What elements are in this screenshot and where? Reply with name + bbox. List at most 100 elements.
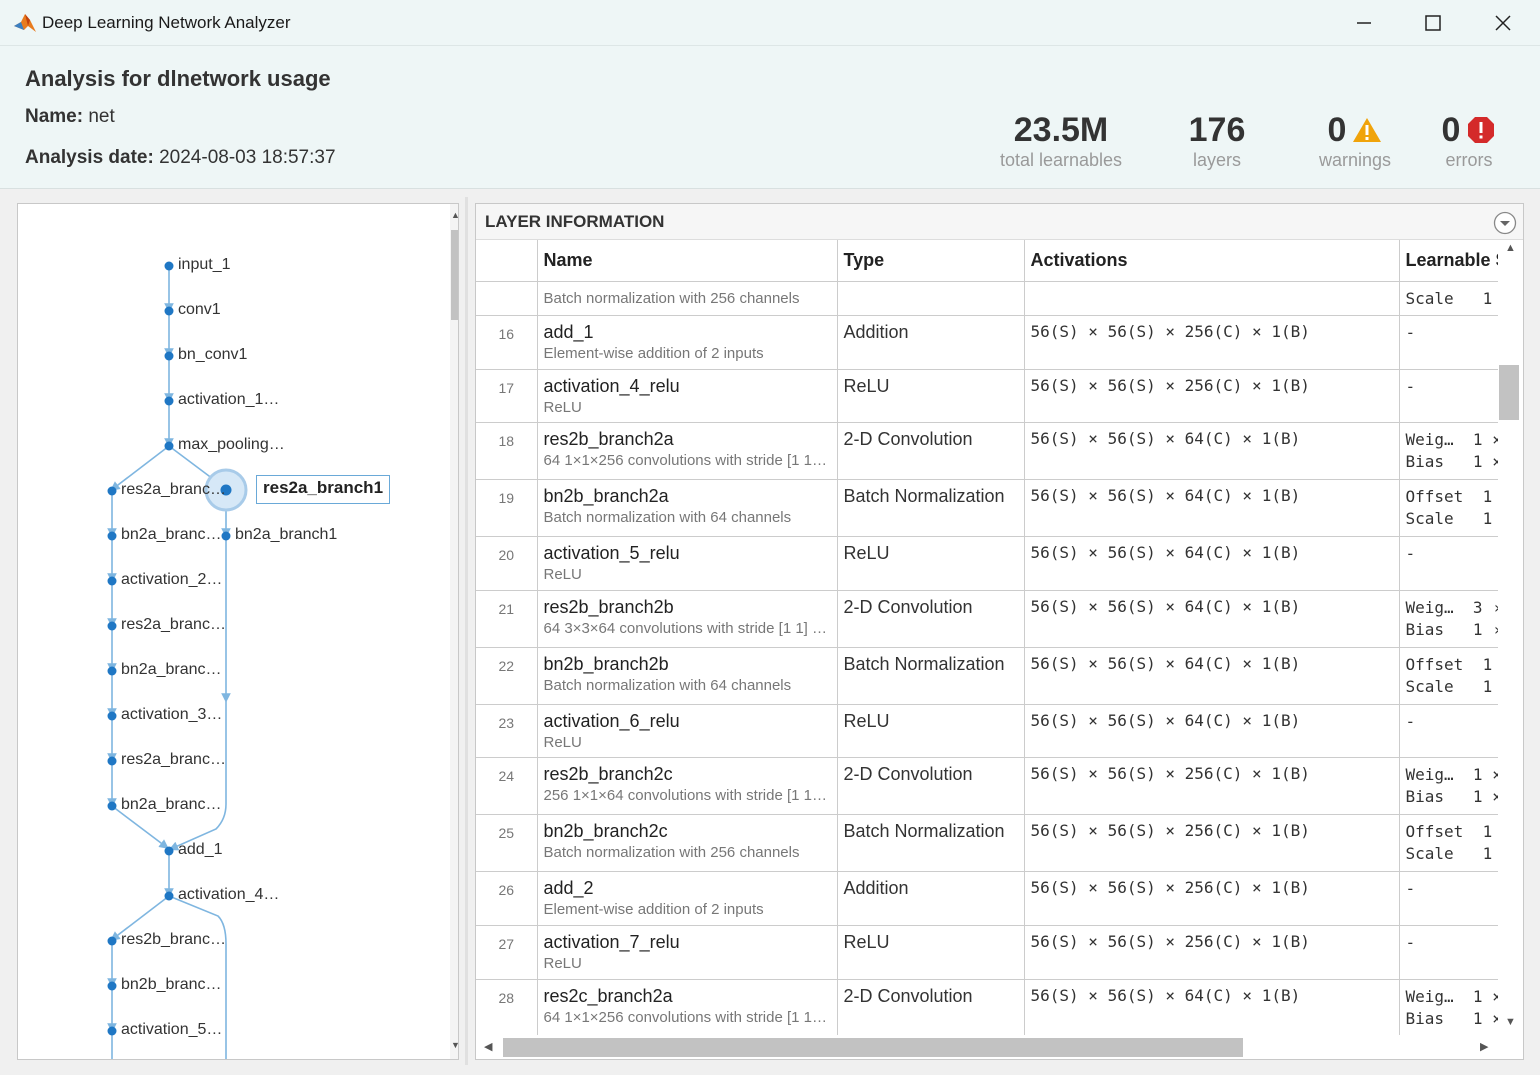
graph-node-add_1[interactable] bbox=[164, 846, 174, 856]
graph-node-activation_2[interactable] bbox=[107, 576, 117, 586]
layer-activations: 56(S) × 56(S) × 256(C) × 1(B) bbox=[1024, 925, 1400, 980]
layer-type: 2-D Convolution bbox=[837, 979, 1025, 1035]
table-row[interactable]: 28 res2c_branch2a 64 1×1×256 convolutions … bbox=[476, 979, 1498, 1035]
column-header-name[interactable]: Name bbox=[537, 240, 838, 282]
network-graph-panel[interactable]: input_1 conv1 bn_conv1 activation_1… max… bbox=[17, 203, 459, 1060]
table-row[interactable]: 26 add_2 Element-wise addition of 2 inputs… bbox=[476, 871, 1498, 926]
graph-node-res2a_branch2a[interactable] bbox=[107, 486, 117, 496]
table-row[interactable]: 24 res2b_branch2c 256 1×1×64 convolutions … bbox=[476, 757, 1498, 815]
graph-node-res2a_branch2b[interactable] bbox=[107, 621, 117, 631]
table-row[interactable]: 20 activation_5_relu ReLU ReLU 56(S) × 56(S)… bbox=[476, 536, 1498, 591]
scroll-left-icon[interactable]: ◀ bbox=[484, 1040, 492, 1053]
graph-node-conv1[interactable] bbox=[164, 306, 174, 316]
layer-activations: 56(S) × 56(S) × 256(C) × 1(B) bbox=[1024, 871, 1400, 926]
graph-node-activation_4[interactable] bbox=[164, 891, 174, 901]
network-graph[interactable] bbox=[18, 204, 450, 1060]
node-label[interactable]: add_1 bbox=[178, 841, 223, 859]
maximize-button[interactable] bbox=[1398, 0, 1468, 46]
node-label[interactable]: bn2a_branc… bbox=[121, 796, 222, 814]
table-row[interactable]: 27 activation_7_relu ReLU ReLU 56(S) × 56(S)… bbox=[476, 925, 1498, 980]
table-hscroll-thumb[interactable] bbox=[503, 1038, 1243, 1057]
scroll-down-icon[interactable]: ▼ bbox=[1505, 1016, 1516, 1028]
window-title: Deep Learning Network Analyzer bbox=[42, 13, 291, 32]
table-row-partial[interactable]: Batch normalization with 256 channels Sc… bbox=[476, 281, 1498, 316]
node-label[interactable]: bn_conv1 bbox=[178, 346, 247, 364]
layer-activations: 56(S) × 56(S) × 64(C) × 1(B) bbox=[1024, 979, 1400, 1035]
column-header-learnables[interactable]: Learnable S bbox=[1399, 240, 1498, 282]
layer-description: Batch normalization with 256 channels bbox=[543, 289, 800, 307]
graph-node-bn2b_branch2a[interactable] bbox=[107, 981, 117, 991]
title-bar: Deep Learning Network Analyzer bbox=[0, 0, 1540, 46]
node-label[interactable]: activation_5… bbox=[121, 1021, 222, 1039]
layer-description: 64 3×3×64 convolutions with stride [1 1]… bbox=[543, 619, 828, 637]
graph-node-max_pooling[interactable] bbox=[164, 441, 174, 451]
table-row[interactable]: 18 res2b_branch2a 64 1×1×256 convolutions … bbox=[476, 422, 1498, 480]
graph-node-bn2a_branch2a[interactable] bbox=[107, 531, 117, 541]
table-row[interactable]: 21 res2b_branch2b 64 3×3×64 convolutions w… bbox=[476, 590, 1498, 648]
node-label[interactable]: res2a_branc… bbox=[121, 481, 226, 499]
matlab-logo-icon bbox=[14, 14, 36, 32]
date-label: Analysis date: bbox=[25, 147, 154, 168]
graph-vertical-scrollbar[interactable]: ▲ ▼ bbox=[450, 204, 458, 1059]
scroll-down-icon[interactable]: ▼ bbox=[451, 1040, 458, 1050]
graph-node-res2a_branch2c[interactable] bbox=[107, 756, 117, 766]
minimize-button[interactable] bbox=[1329, 0, 1399, 46]
layer-table-viewport[interactable]: Name Type Activations Learnable S Batch … bbox=[476, 240, 1498, 1035]
table-scroll-thumb[interactable] bbox=[1499, 365, 1519, 420]
layer-description: 256 1×1×64 convolutions with stride [1 1… bbox=[543, 786, 828, 804]
graph-node-activation_5[interactable] bbox=[107, 1026, 117, 1036]
scroll-right-icon[interactable]: ▶ bbox=[1480, 1040, 1488, 1053]
layer-activations: 56(S) × 56(S) × 64(C) × 1(B) bbox=[1024, 479, 1400, 537]
layer-index: 22 bbox=[476, 647, 538, 705]
table-row[interactable]: 23 activation_6_relu ReLU ReLU 56(S) × 56(S)… bbox=[476, 704, 1498, 758]
graph-node-activation_1[interactable] bbox=[164, 396, 174, 406]
node-label[interactable]: bn2b_branc… bbox=[121, 976, 222, 994]
layer-description: 64 1×1×256 convolutions with stride [1 1… bbox=[543, 1008, 828, 1026]
table-row[interactable]: 22 bn2b_branch2b Batch normalization with … bbox=[476, 647, 1498, 705]
graph-node-bn2a_branch1[interactable] bbox=[221, 531, 231, 541]
node-label[interactable]: activation_3… bbox=[121, 706, 222, 724]
stat-warnings[interactable]: 0 warnings bbox=[1313, 110, 1397, 171]
node-label[interactable]: bn2a_branc… bbox=[121, 661, 222, 679]
node-label[interactable]: conv1 bbox=[178, 301, 221, 319]
node-label[interactable]: bn2a_branch1 bbox=[235, 526, 337, 544]
layer-index: 19 bbox=[476, 479, 538, 537]
node-label[interactable]: input_1 bbox=[178, 256, 231, 274]
selected-node-label[interactable]: res2a_branch1 bbox=[256, 475, 390, 504]
chevron-down-icon[interactable] bbox=[1493, 211, 1517, 235]
graph-node-bn2a_branch2c[interactable] bbox=[107, 801, 117, 811]
graph-node-input_1[interactable] bbox=[164, 261, 174, 271]
graph-node-res2b_branch2a[interactable] bbox=[107, 936, 117, 946]
node-label[interactable]: max_pooling… bbox=[178, 436, 285, 454]
scroll-up-icon[interactable]: ▲ bbox=[451, 210, 458, 220]
scroll-up-icon[interactable]: ▲ bbox=[1505, 242, 1516, 254]
close-button[interactable] bbox=[1468, 0, 1538, 46]
column-header-index[interactable] bbox=[476, 240, 538, 282]
column-header-activations[interactable]: Activations bbox=[1024, 240, 1400, 282]
table-row[interactable]: 17 activation_4_relu ReLU ReLU 56(S) × 56(S)… bbox=[476, 369, 1498, 423]
stat-learnables: 23.5M total learnables bbox=[995, 110, 1127, 171]
close-icon bbox=[1495, 15, 1511, 31]
node-label[interactable]: activation_1… bbox=[178, 391, 279, 409]
graph-node-bn_conv1[interactable] bbox=[164, 351, 174, 361]
table-row[interactable]: 16 add_1 Element-wise addition of 2 inputs… bbox=[476, 315, 1498, 370]
errors-label: errors bbox=[1445, 150, 1493, 170]
table-vertical-scrollbar[interactable]: ▲ ▼ bbox=[1498, 240, 1523, 1035]
graph-node-activation_3[interactable] bbox=[107, 711, 117, 721]
layer-learnables: - bbox=[1405, 322, 1416, 342]
layer-type: ReLU bbox=[837, 704, 1025, 758]
node-label[interactable]: res2a_branc… bbox=[121, 751, 226, 769]
panel-splitter[interactable] bbox=[465, 197, 468, 1065]
table-horizontal-scrollbar[interactable]: ◀ ▶ bbox=[476, 1035, 1498, 1059]
node-label[interactable]: res2a_branc… bbox=[121, 616, 226, 634]
stat-errors[interactable]: 0 errors bbox=[1436, 110, 1502, 171]
graph-node-bn2a_branch2b[interactable] bbox=[107, 666, 117, 676]
column-header-type[interactable]: Type bbox=[837, 240, 1025, 282]
node-label[interactable]: res2b_branc… bbox=[121, 931, 226, 949]
node-label[interactable]: activation_4… bbox=[178, 886, 279, 904]
node-label[interactable]: bn2a_branc… bbox=[121, 526, 222, 544]
node-label[interactable]: activation_2… bbox=[121, 571, 222, 589]
graph-scroll-thumb[interactable] bbox=[451, 230, 458, 320]
table-row[interactable]: 25 bn2b_branch2c Batch normalization with … bbox=[476, 814, 1498, 872]
table-row[interactable]: 19 bn2b_branch2a Batch normalization with … bbox=[476, 479, 1498, 537]
